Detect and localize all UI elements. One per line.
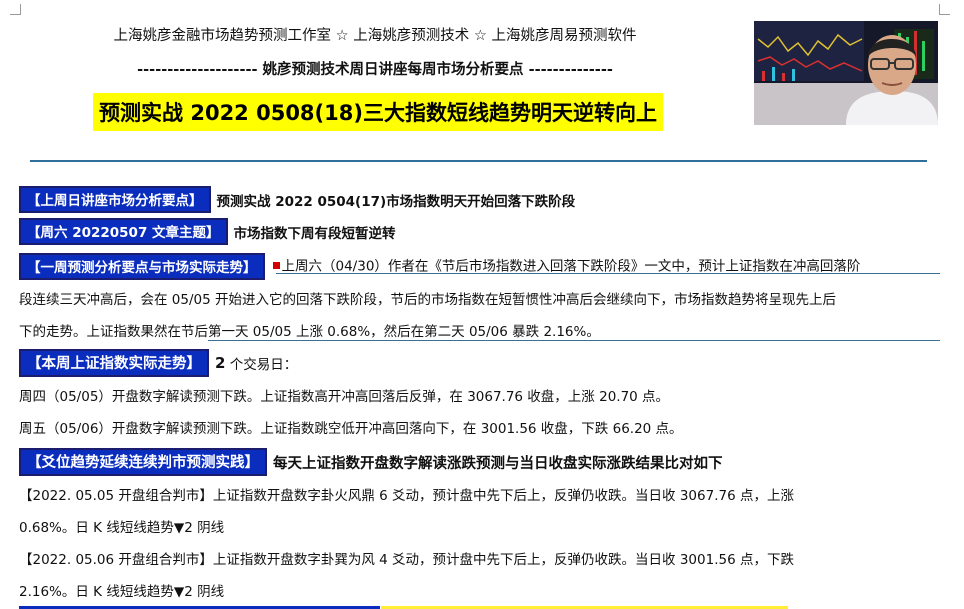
document-title: 预测实战 2022 0508(18)三大指数短线趋势明天逆转向上 (93, 93, 663, 131)
presenter-photo (754, 21, 938, 125)
trading-day-count: 2 (215, 354, 226, 372)
practice-entry-1-line-1: 【2022. 05.05 开盘组合判市】上证指数开盘数字卦火风鼎 6 爻动，预计… (19, 488, 794, 504)
practice-tag: 【爻位趋势延续连续判市预测实践】 (19, 448, 267, 476)
weekly-forecast-line-3: 下的走势。上证指数果然在节后第一天 05/05 上涨 0.68%，然后在第二天 … (19, 324, 600, 340)
saturday-tag: 【周六 20220507 文章主题】 (19, 218, 228, 245)
thursday-line: 周四（05/05）开盘数字解读预测下跌。上证指数高开冲高回落后反弹，在 3067… (19, 389, 670, 405)
practice-entry-2-line-1: 【2022. 05.06 开盘组合判市】上证指数开盘数字卦巽为风 4 爻动，预计… (19, 552, 794, 568)
weekly-forecast-row: 【一周预测分析要点与市场实际走势】 上周六（04/30）作者在《节后市场指数进入回… (19, 253, 860, 280)
last-week-row: 【上周日讲座市场分析要点】 预测实战 2022 0504(17)市场指数明天开始回… (19, 186, 575, 213)
presenter-photo-graphic (754, 21, 938, 125)
red-bullet-icon (272, 261, 280, 269)
saturday-row: 【周六 20220507 文章主题】 市场指数下周有段短暂逆转 (19, 218, 396, 245)
table-border-line (276, 273, 940, 274)
last-week-tag: 【上周日讲座市场分析要点】 (19, 186, 211, 213)
studio-line: 上海姚彦金融市场趋势预测工作室 ☆ 上海姚彦预测技术 ☆ 上海姚彦周易预测软件 (113, 28, 637, 44)
friday-line: 周五（05/06）开盘数字解读预测下跌。上证指数跳空低开冲高回落向下，在 300… (19, 421, 683, 437)
practice-entry-2-line-2: 2.16%。日 K 线短线趋势▼2 阴线 (19, 584, 225, 600)
page-corner-mark-left (10, 4, 21, 15)
this-week-row: 【本周上证指数实际走势】 2 个交易日： (19, 349, 297, 377)
practice-entry-1-line-2: 0.68%。日 K 线短线趋势▼2 阴线 (19, 520, 225, 536)
title-wrap: 预测实战 2022 0508(18)三大指数短线趋势明天逆转向上 (0, 93, 756, 131)
weekly-forecast-tag: 【一周预测分析要点与市场实际走势】 (19, 253, 265, 280)
this-week-tag: 【本周上证指数实际走势】 (19, 349, 209, 377)
header-rule (30, 160, 927, 162)
saturday-text: 市场指数下周有段短暂逆转 (233, 225, 396, 242)
table-border-line (208, 340, 940, 341)
practice-row: 【爻位趋势延续连续判市预测实践】 每天上证指数开盘数字解读涨跌预测与当日收盘实际涨… (19, 448, 723, 476)
trading-day-suffix: 个交易日： (225, 357, 298, 373)
last-week-text: 预测实战 2022 0504(17)市场指数明天开始回落下跌阶段 (216, 193, 576, 210)
practice-text: 每天上证指数开盘数字解读涨跌预测与当日收盘实际涨跌结果比对如下 (273, 455, 723, 472)
page-corner-mark-right (939, 4, 950, 15)
weekly-forecast-line-2: 段连续三天冲高后，会在 05/05 开始进入它的回落下跌阶段，节后的市场指数在短… (19, 292, 836, 308)
lecture-separator-line: -------------------- 姚彦预测技术周日讲座每周市场分析要点 … (137, 62, 613, 78)
